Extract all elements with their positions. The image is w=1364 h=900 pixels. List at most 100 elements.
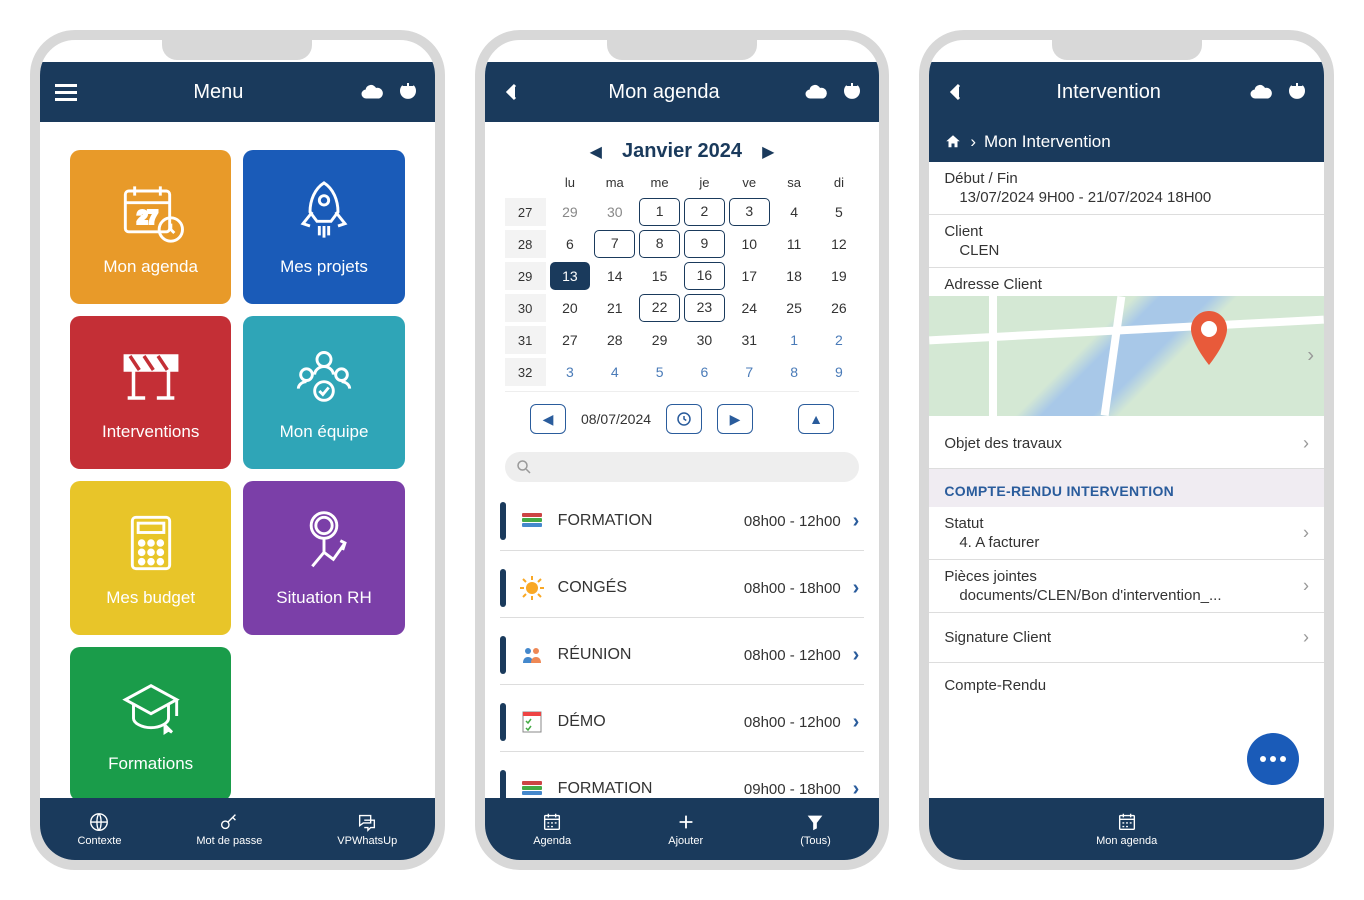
calendar-day[interactable]: 30 — [594, 198, 635, 226]
calendar-day[interactable]: 25 — [774, 294, 815, 322]
event-item[interactable]: DÉMO 08h00 - 12h00 › — [500, 693, 865, 752]
calendar-day[interactable]: 18 — [774, 262, 815, 290]
back-icon[interactable] — [500, 80, 524, 104]
bottom-item-filter[interactable]: (Tous) — [800, 811, 831, 847]
time-button[interactable] — [666, 404, 702, 434]
hamburger-icon[interactable] — [55, 84, 77, 101]
fab-button[interactable] — [1247, 733, 1299, 785]
event-item[interactable]: CONGÉS 08h00 - 18h00 › — [500, 559, 865, 618]
signature-row[interactable]: Signature Client › — [929, 613, 1324, 663]
calendar-day[interactable]: 23 — [684, 294, 725, 322]
chevron-right-icon: › — [1303, 523, 1309, 544]
notch — [1052, 38, 1202, 60]
calendar-day[interactable]: 1 — [639, 198, 680, 226]
key-icon — [218, 811, 240, 833]
tile-barrier[interactable]: Interventions — [70, 316, 231, 470]
calendar-day[interactable]: 22 — [639, 294, 680, 322]
map[interactable]: › — [929, 296, 1324, 416]
bottom-item-calendar[interactable]: Agenda — [533, 811, 571, 847]
bottom-item-calendar[interactable]: Mon agenda — [1096, 811, 1157, 847]
event-item[interactable]: FORMATION 09h00 - 18h00 › — [500, 760, 865, 798]
statut-row[interactable]: Statut 4. A facturer › — [929, 507, 1324, 560]
phone-intervention: Intervention › Mon Intervention Début / … — [919, 30, 1334, 870]
tile-label: Interventions — [97, 422, 204, 442]
prev-day-button[interactable]: ◀ — [530, 404, 566, 434]
calendar-day[interactable]: 10 — [729, 230, 770, 258]
home-icon[interactable] — [944, 133, 962, 151]
tile-graduation[interactable]: Formations — [70, 647, 231, 798]
power-icon[interactable] — [396, 80, 420, 104]
compte-rendu-row[interactable]: Compte-Rendu — [929, 663, 1324, 708]
calendar-day[interactable]: 4 — [594, 358, 635, 386]
pieces-label: Pièces jointes — [944, 568, 1309, 585]
tile-calendar[interactable]: 27Mon agenda — [70, 150, 231, 304]
tile-label: Formations — [103, 754, 198, 774]
calendar-day[interactable]: 9 — [819, 358, 860, 386]
calendar-day[interactable]: 3 — [550, 358, 591, 386]
prev-month-icon[interactable]: ◀ — [590, 142, 602, 162]
calendar: ◀ Janvier 2024 ▶ lumamejevesadi272930123… — [485, 122, 880, 447]
calendar-day[interactable]: 17 — [729, 262, 770, 290]
calendar-day[interactable]: 26 — [819, 294, 860, 322]
calendar-day[interactable]: 9 — [684, 230, 725, 258]
calendar-day[interactable]: 5 — [819, 198, 860, 226]
calendar-day[interactable]: 19 — [819, 262, 860, 290]
bottom-item-key[interactable]: Mot de passe — [196, 811, 262, 847]
tile-calculator[interactable]: Mes budget — [70, 481, 231, 635]
calendar-day[interactable]: 20 — [550, 294, 591, 322]
calendar-day[interactable]: 3 — [729, 198, 770, 226]
power-icon[interactable] — [840, 80, 864, 104]
calendar-day[interactable]: 30 — [684, 326, 725, 354]
debut-fin-block: Début / Fin 13/07/2024 9H00 - 21/07/2024… — [929, 162, 1324, 215]
pieces-row[interactable]: Pièces jointes documents/CLEN/Bon d'inte… — [929, 560, 1324, 613]
calendar-day[interactable]: 28 — [594, 326, 635, 354]
calendar-day[interactable]: 21 — [594, 294, 635, 322]
calendar-day[interactable]: 1 — [774, 326, 815, 354]
calendar-day[interactable]: 6 — [684, 358, 725, 386]
calendar-day[interactable]: 5 — [639, 358, 680, 386]
calendar-day[interactable]: 31 — [729, 326, 770, 354]
calendar-day[interactable]: 11 — [774, 230, 815, 258]
calendar-day[interactable]: 13 — [550, 262, 591, 290]
calendar-day[interactable]: 29 — [639, 326, 680, 354]
cloud-icon[interactable] — [360, 80, 384, 104]
bottom-item-globe[interactable]: Contexte — [77, 811, 121, 847]
tile-rocket[interactable]: Mes projets — [243, 150, 404, 304]
up-button[interactable]: ▲ — [798, 404, 834, 434]
tile-person-chart[interactable]: Situation RH — [243, 481, 404, 635]
calendar-day[interactable]: 7 — [729, 358, 770, 386]
bottom-item-plus[interactable]: Ajouter — [668, 811, 703, 847]
event-item[interactable]: RÉUNION 08h00 - 12h00 › — [500, 626, 865, 685]
cloud-icon[interactable] — [804, 80, 828, 104]
back-icon[interactable] — [944, 80, 968, 104]
next-day-button[interactable]: ▶ — [717, 404, 753, 434]
calendar-day[interactable]: 29 — [550, 198, 591, 226]
svg-text:27: 27 — [137, 206, 158, 227]
next-month-icon[interactable]: ▶ — [762, 142, 774, 162]
calendar-day[interactable]: 24 — [729, 294, 770, 322]
cloud-icon[interactable] — [1249, 80, 1273, 104]
calendar-day[interactable]: 2 — [819, 326, 860, 354]
bottom-item-chat[interactable]: VPWhatsUp — [337, 811, 397, 847]
calendar-day[interactable]: 15 — [639, 262, 680, 290]
calendar-day[interactable]: 8 — [639, 230, 680, 258]
tile-team[interactable]: Mon équipe — [243, 316, 404, 470]
calendar-day[interactable]: 7 — [594, 230, 635, 258]
search-input[interactable] — [505, 452, 860, 482]
power-icon[interactable] — [1285, 80, 1309, 104]
calendar-day[interactable]: 2 — [684, 198, 725, 226]
calendar-day[interactable]: 8 — [774, 358, 815, 386]
calendar-day[interactable]: 14 — [594, 262, 635, 290]
calendar-day[interactable]: 12 — [819, 230, 860, 258]
calendar-day[interactable]: 27 — [550, 326, 591, 354]
calendar-day[interactable]: 4 — [774, 198, 815, 226]
calendar-day[interactable]: 16 — [684, 262, 725, 290]
bottom-bar: Mon agenda — [929, 798, 1324, 860]
calendar-controls: ◀ 08/07/2024 ▶ ▲ — [505, 391, 860, 442]
bottom-item-label: Mon agenda — [1096, 835, 1157, 847]
event-item[interactable]: FORMATION 08h00 - 12h00 › — [500, 492, 865, 551]
rocket-icon — [289, 177, 359, 247]
client-value: CLEN — [944, 240, 1309, 259]
objet-row[interactable]: Objet des travaux › — [929, 419, 1324, 469]
calendar-day[interactable]: 6 — [550, 230, 591, 258]
